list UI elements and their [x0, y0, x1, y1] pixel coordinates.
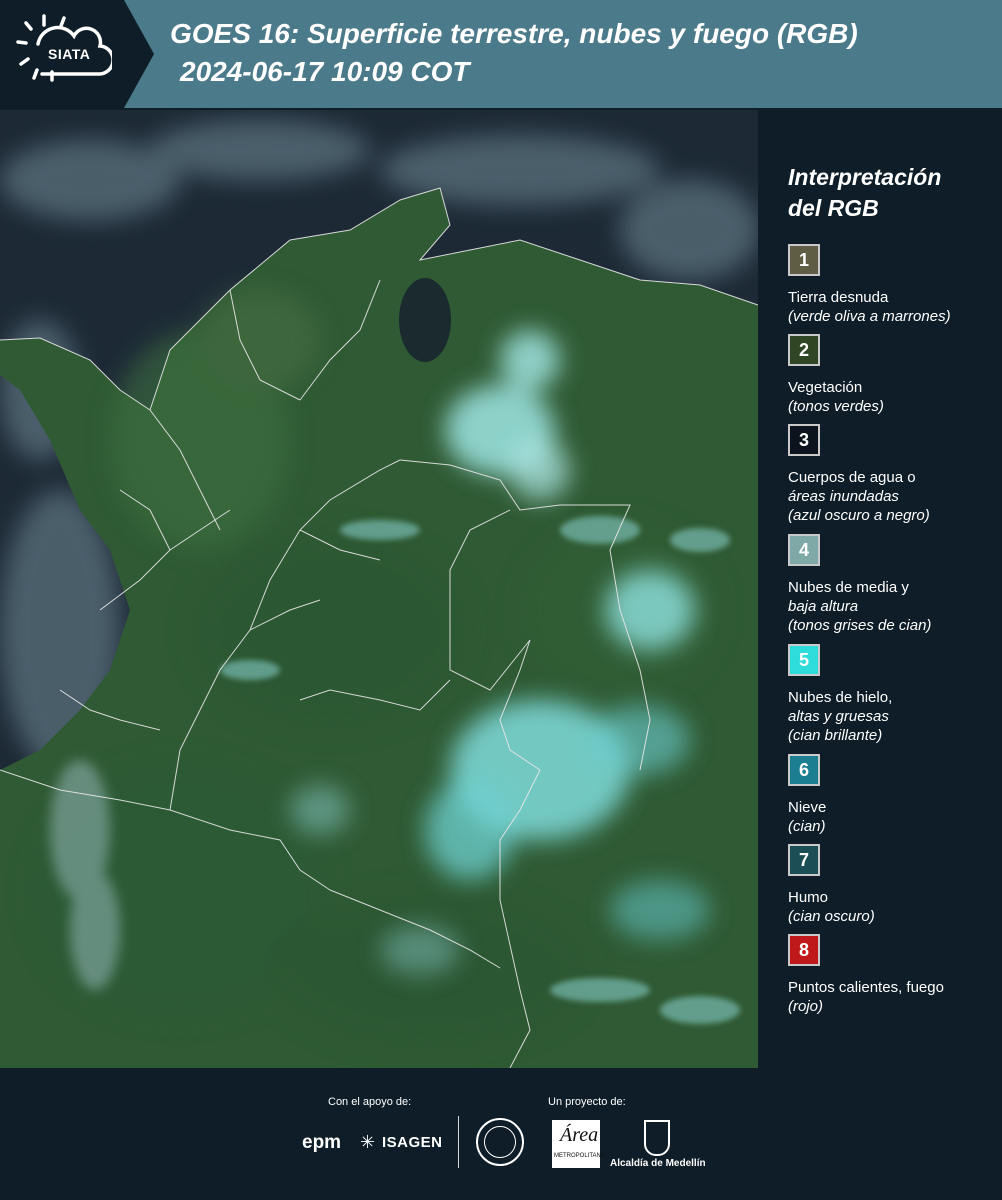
legend-item-note: (cian brillante) — [788, 727, 883, 744]
support-label: Con el apoyo de: — [328, 1096, 412, 1108]
legend-swatch: 3 — [788, 424, 820, 456]
legend-item-label: Humo — [788, 889, 829, 906]
legend-item-water: 3 Cuerpos de agua o áreas inundadas (azu… — [788, 424, 998, 525]
siata-logo-text: SIATA — [48, 46, 91, 62]
legend-swatch: 1 — [788, 244, 820, 276]
legend-item-snow: 6 Nieve (cian) — [788, 754, 998, 836]
university-seal-icon — [476, 1118, 524, 1166]
satellite-map[interactable] — [0, 110, 758, 1068]
page-timestamp: 2024-06-17 10:09 COT — [180, 56, 470, 87]
legend-item-label-line2: áreas inundadas — [788, 488, 899, 505]
legend-swatch: 7 — [788, 844, 820, 876]
legend-item-note: (azul oscuro a negro) — [788, 507, 930, 524]
satellite-image — [0, 110, 758, 1068]
header-arrow-shape — [124, 0, 154, 108]
legend-item-mid-low-clouds: 4 Nubes de media y baja altura (tonos gr… — [788, 534, 998, 635]
alcaldia-logo-label: Alcaldía de Medellín — [610, 1158, 706, 1169]
legend-title-line2: del RGB — [788, 195, 879, 221]
isagen-logo: ISAGEN — [382, 1134, 443, 1151]
page-title: GOES 16: Superficie terrestre, nubes y f… — [170, 18, 858, 49]
header-bar: SIATA GOES 16: Superficie terrestre, nub… — [0, 0, 1002, 108]
legend-item-label: Vegetación — [788, 379, 863, 396]
isagen-mark-icon: ✳ — [360, 1132, 376, 1152]
alcaldia-crest-icon — [644, 1120, 670, 1156]
epm-logo: epm — [302, 1132, 342, 1153]
legend-item-note: (cian) — [788, 818, 826, 835]
legend-swatch: 8 — [788, 934, 820, 966]
legend-item-label: Puntos calientes, fuego — [788, 979, 944, 996]
legend-item-bare-soil: 1 Tierra desnuda (verde oliva a marrones… — [788, 244, 998, 326]
area-logo-text: METROPOLITANA — [554, 1153, 605, 1159]
legend-swatch: 2 — [788, 334, 820, 366]
legend-item-vegetation: 2 Vegetación (tonos verdes) — [788, 334, 998, 416]
legend-title-line1: Interpretación — [788, 164, 942, 190]
legend-swatch: 6 — [788, 754, 820, 786]
legend-item-fire: 8 Puntos calientes, fuego (rojo) — [788, 934, 998, 1016]
footer: Con el apoyo de: Un proyecto de: epm ✳ I… — [0, 1068, 1002, 1200]
legend-item-label: Cuerpos de agua o — [788, 469, 916, 486]
legend-item-note: (tonos verdes) — [788, 398, 884, 415]
legend-title: Interpretación del RGB — [788, 162, 988, 224]
legend-item-note: (verde oliva a marrones) — [788, 308, 951, 325]
legend-item-label: Nubes de hielo, — [788, 689, 893, 706]
project-label: Un proyecto de: — [548, 1096, 626, 1108]
footer-divider — [458, 1116, 459, 1168]
legend-item-label-line2: baja altura — [788, 598, 859, 615]
legend-item-smoke: 7 Humo (cian oscuro) — [788, 844, 998, 926]
legend-item-label: Tierra desnuda — [788, 289, 889, 306]
legend-swatch: 4 — [788, 534, 820, 566]
legend-item-note: (cian oscuro) — [788, 908, 875, 925]
legend-panel: Interpretación del RGB 1 Tierra desnuda … — [760, 110, 1002, 1068]
legend-item-label: Nubes de media y — [788, 579, 909, 596]
legend-item-label-line2: altas y gruesas — [788, 708, 889, 725]
area-metropolitana-logo: Área METROPOLITANA — [552, 1120, 605, 1168]
legend-item-ice-clouds: 5 Nubes de hielo, altas y gruesas (cian … — [788, 644, 998, 745]
legend-item-note: (tonos grises de cian) — [788, 617, 932, 634]
legend-swatch: 5 — [788, 644, 820, 676]
legend-item-label: Nieve — [788, 799, 827, 816]
siata-logo-block: SIATA — [0, 0, 124, 108]
maracaibo-lake — [399, 278, 451, 362]
area-logo-script: Área — [560, 1124, 599, 1146]
legend-item-note: (rojo) — [788, 998, 824, 1015]
